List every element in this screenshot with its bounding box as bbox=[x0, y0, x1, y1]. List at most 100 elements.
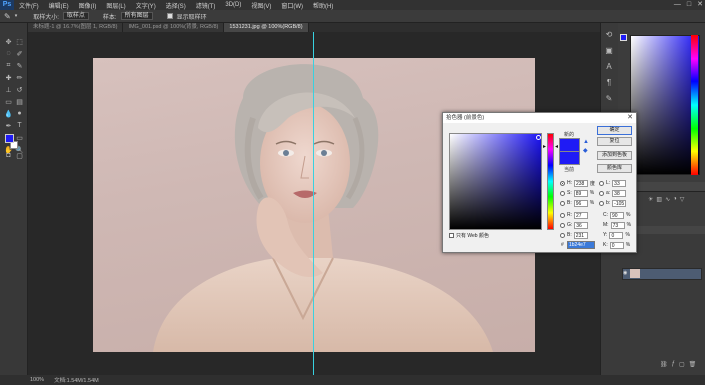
stamp-tool-icon[interactable]: ⊥ bbox=[4, 85, 13, 94]
menu-view[interactable]: 视图(V) bbox=[246, 1, 276, 10]
sample-size-select[interactable]: 取样点 bbox=[62, 12, 89, 20]
new-color-label: 新的 bbox=[564, 132, 575, 138]
screen-mode-icon[interactable]: ▢ bbox=[15, 151, 24, 160]
fx-icon[interactable]: ƒ bbox=[672, 361, 675, 371]
lab-b-field[interactable]: -105 bbox=[612, 199, 627, 207]
web-safe-icon[interactable]: ◆ bbox=[583, 147, 588, 154]
menu-type[interactable]: 文字(Y) bbox=[131, 1, 161, 10]
eraser-tool-icon[interactable]: ▭ bbox=[4, 97, 13, 106]
history-panel-icon[interactable]: ⟲ bbox=[603, 28, 615, 40]
levels-icon[interactable]: ▥ bbox=[656, 196, 662, 206]
lab-a-field[interactable]: 38 bbox=[612, 189, 627, 197]
web-only-checkbox[interactable] bbox=[449, 233, 454, 238]
eyedropper-icon[interactable]: ✎ bbox=[4, 12, 11, 21]
hue-field[interactable]: 238 bbox=[574, 179, 588, 187]
crop-tool-icon[interactable]: ⌗ bbox=[4, 61, 13, 70]
green-radio[interactable] bbox=[560, 222, 565, 228]
lab-a-radio[interactable] bbox=[599, 190, 604, 196]
menu-file[interactable]: 文件(F) bbox=[14, 1, 44, 10]
brightness-icon[interactable]: ☀ bbox=[648, 196, 653, 206]
saturation-brightness-field[interactable] bbox=[449, 133, 542, 230]
quick-mask-icon[interactable]: ◘ bbox=[4, 151, 13, 160]
type-tool-icon[interactable]: T bbox=[15, 121, 24, 130]
minimize-button[interactable]: — bbox=[674, 0, 681, 10]
healing-tool-icon[interactable]: ✚ bbox=[4, 73, 13, 82]
color-panel-field[interactable] bbox=[630, 35, 700, 175]
panel-fg-swatch[interactable] bbox=[620, 34, 627, 41]
menu-edit[interactable]: 编辑(E) bbox=[44, 1, 74, 10]
character-panel-icon[interactable]: A bbox=[603, 60, 615, 72]
black-field[interactable]: 0 bbox=[609, 241, 624, 249]
red-field[interactable]: 27 bbox=[574, 211, 588, 219]
layer-thumbnail bbox=[630, 269, 640, 278]
brightness-radio[interactable] bbox=[560, 200, 565, 206]
reset-button[interactable]: 复位 bbox=[597, 137, 632, 146]
properties-panel-icon[interactable]: ▣ bbox=[603, 44, 615, 56]
lab-l-field[interactable]: 33 bbox=[612, 179, 627, 187]
hue-slider-left-arrow-icon[interactable]: ▸ bbox=[543, 143, 546, 150]
hue-radio[interactable] bbox=[560, 180, 565, 186]
add-to-swatches-button[interactable]: 添加到色板 bbox=[597, 151, 632, 160]
tab-doc-2[interactable]: IMG_001.psd @ 100%(背景, RGB/8) bbox=[123, 23, 225, 32]
magenta-field[interactable]: 73 bbox=[610, 221, 625, 229]
blue-radio[interactable] bbox=[560, 232, 565, 238]
menu-3d[interactable]: 3D(D) bbox=[220, 2, 246, 8]
menu-filter[interactable]: 滤镜(T) bbox=[191, 1, 221, 10]
color-panel-hue-slider[interactable] bbox=[691, 35, 698, 175]
red-radio[interactable] bbox=[560, 212, 565, 218]
visibility-eye-icon[interactable]: ◉ bbox=[623, 270, 628, 276]
foreground-color-swatch[interactable] bbox=[5, 134, 14, 143]
saturation-field[interactable]: 89 bbox=[573, 189, 588, 197]
gradient-tool-icon[interactable]: ▤ bbox=[15, 97, 24, 106]
green-field[interactable]: 36 bbox=[574, 221, 589, 229]
brush-panel-icon[interactable]: ✎ bbox=[603, 92, 615, 104]
brightness-field[interactable]: 96 bbox=[573, 199, 588, 207]
tab-doc-3[interactable]: 1531231.jpg @ 100%(RGB/8) bbox=[224, 23, 309, 32]
lasso-tool-icon[interactable]: ◌ bbox=[4, 49, 13, 58]
menu-help[interactable]: 帮助(H) bbox=[308, 1, 338, 10]
history-brush-icon[interactable]: ↺ bbox=[15, 85, 24, 94]
curves-icon[interactable]: ∿ bbox=[665, 196, 670, 206]
show-ring-checkbox[interactable] bbox=[166, 13, 173, 19]
yellow-field[interactable]: 0 bbox=[609, 231, 624, 239]
pen-tool-icon[interactable]: ✒ bbox=[4, 121, 13, 130]
chevron-down-icon[interactable]: ▾ bbox=[15, 13, 18, 19]
vibrance-icon[interactable]: ▽ bbox=[680, 196, 685, 206]
hue-slider[interactable] bbox=[547, 133, 554, 230]
trash-icon[interactable]: 🗑 bbox=[689, 361, 697, 371]
eyedropper-tool-icon[interactable]: ✎ bbox=[15, 61, 24, 70]
paragraph-panel-icon[interactable]: ¶ bbox=[603, 76, 615, 88]
link-icon[interactable]: ⛓ bbox=[660, 361, 668, 371]
blur-tool-icon[interactable]: 💧 bbox=[4, 109, 13, 118]
gamut-warning-icon[interactable]: ▲ bbox=[583, 139, 589, 145]
menu-window[interactable]: 窗口(W) bbox=[276, 1, 308, 10]
sample-from-select[interactable]: 所有图层 bbox=[120, 12, 153, 20]
move-tool-icon[interactable]: ✥ bbox=[4, 37, 13, 46]
exposure-icon[interactable]: ◑ bbox=[673, 196, 677, 206]
blue-field[interactable]: 231 bbox=[573, 231, 588, 239]
menu-select[interactable]: 选择(S) bbox=[161, 1, 191, 10]
guide-line[interactable] bbox=[313, 32, 314, 375]
ok-button[interactable]: 确定 bbox=[597, 126, 632, 135]
brush-tool-icon[interactable]: ✏ bbox=[15, 73, 24, 82]
menu-layer[interactable]: 图层(L) bbox=[101, 1, 130, 10]
marquee-tool-icon[interactable]: ⬚ bbox=[15, 37, 24, 46]
menu-image[interactable]: 图像(I) bbox=[74, 1, 102, 10]
lab-b-radio[interactable] bbox=[599, 200, 604, 206]
zoom-level[interactable]: 100% bbox=[30, 377, 44, 383]
quick-select-tool-icon[interactable]: ✐ bbox=[15, 49, 24, 58]
cyan-field[interactable]: 90 bbox=[610, 211, 624, 219]
hex-input[interactable]: 1b24e7 bbox=[567, 241, 595, 249]
hue-slider-right-arrow-icon[interactable]: ◂ bbox=[555, 143, 558, 150]
new-layer-icon[interactable]: ▢ bbox=[679, 361, 685, 371]
close-icon[interactable]: ✕ bbox=[627, 113, 633, 123]
lab-l-radio[interactable] bbox=[599, 180, 604, 186]
current-color-swatch[interactable] bbox=[559, 152, 580, 165]
color-libraries-button[interactable]: 颜色库 bbox=[597, 164, 632, 173]
dodge-tool-icon[interactable]: ● bbox=[15, 109, 24, 118]
color-marker[interactable] bbox=[536, 135, 541, 140]
maximize-button[interactable]: □ bbox=[687, 0, 691, 10]
tab-doc-1[interactable]: 未标题-1 @ 16.7%(图层 1, RGB/8) bbox=[28, 23, 124, 32]
close-window-button[interactable]: ✕ bbox=[697, 0, 703, 10]
saturation-radio[interactable] bbox=[560, 190, 565, 196]
